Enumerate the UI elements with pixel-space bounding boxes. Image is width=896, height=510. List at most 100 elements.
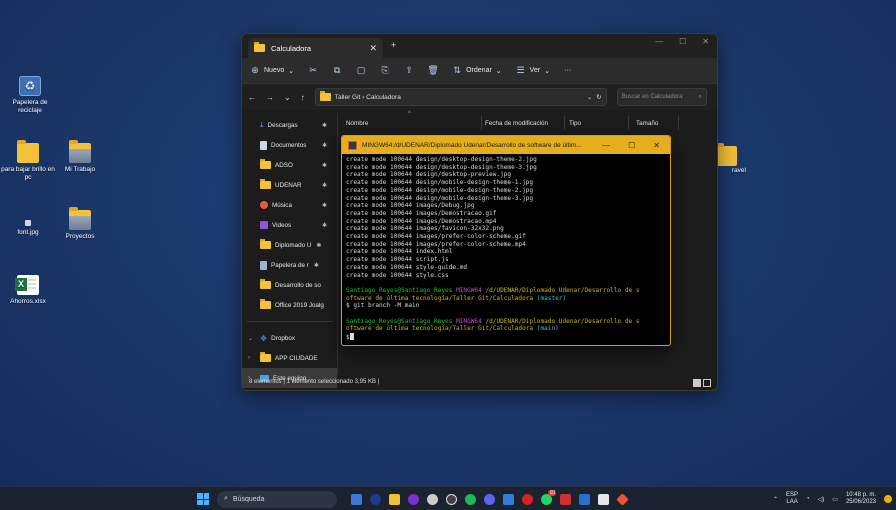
- chevron-down-icon: ⌄: [495, 67, 502, 75]
- terminal-line: create mode 100644 index.html: [346, 248, 453, 256]
- copy-icon[interactable]: ⧉: [332, 65, 342, 76]
- prompt-user: Santiago_Reyes@Santiago_Reyes: [346, 286, 453, 294]
- maximize-button[interactable]: ☐: [679, 37, 686, 46]
- column-separator[interactable]: [564, 116, 565, 130]
- nav-item-app-ciudadela[interactable]: › APP CIUDADE: [242, 348, 337, 368]
- github-icon[interactable]: [446, 493, 457, 505]
- pin-icon: ✱: [313, 262, 319, 269]
- folder-icon: [319, 91, 331, 101]
- clock[interactable]: 10:48 p. m. 25/06/2023: [846, 492, 876, 506]
- vscode-icon[interactable]: [503, 493, 514, 505]
- column-header-size[interactable]: Tamaño: [636, 120, 658, 127]
- desktop-icon-label: Ahorros.xlsx: [10, 298, 46, 305]
- chevron-right-icon[interactable]: ›: [248, 355, 250, 361]
- app-icon[interactable]: [408, 493, 419, 505]
- share-icon[interactable]: ⇪: [404, 65, 414, 76]
- terminal-line: create mode 100644 design/mobile-design-…: [346, 179, 534, 187]
- taskbar: ⌕ Búsqueda 10 ⌃ ESP LAA ◔ ◁) ▭ 10:48 p. …: [0, 486, 896, 510]
- desktop-icon-font-jpg[interactable]: font.jpg: [0, 212, 56, 237]
- discord-icon[interactable]: [484, 493, 495, 505]
- windows-start-icon[interactable]: [197, 493, 209, 505]
- wifi-icon[interactable]: ◔: [806, 496, 810, 502]
- paste-icon[interactable]: ▢: [356, 65, 366, 76]
- file-explorer-icon[interactable]: [389, 493, 400, 505]
- column-header-name[interactable]: Nombre: [346, 120, 368, 127]
- up-arrow-icon[interactable]: ↑: [301, 93, 305, 102]
- chevron-down-icon[interactable]: ⌄: [248, 335, 253, 342]
- settings-gear-icon[interactable]: [427, 493, 438, 505]
- nav-item-descargas[interactable]: ⤓ Descargas ✱: [242, 115, 337, 135]
- nav-item-desarrollo[interactable]: Desarrollo de so: [242, 275, 337, 295]
- delete-icon[interactable]: 🗑: [427, 65, 438, 76]
- details-view-icon[interactable]: [693, 379, 701, 387]
- photoshop-icon[interactable]: [370, 493, 381, 505]
- desktop-icon-mi-trabajo[interactable]: Mi Trabajo: [52, 140, 108, 174]
- task-view-icon[interactable]: [351, 493, 362, 505]
- nav-item-documentos[interactable]: Documentos ✱: [242, 135, 337, 155]
- prompt-branch: (main): [536, 325, 559, 333]
- new-tab-icon[interactable]: +: [391, 40, 396, 50]
- column-separator[interactable]: [481, 116, 482, 130]
- desktop-icon-ahorros[interactable]: Ahorros.xlsx: [0, 275, 56, 306]
- explorer-tab[interactable]: Calculadora ✕: [248, 38, 383, 58]
- whatsapp-icon[interactable]: 10: [541, 489, 556, 505]
- nav-item-label: Office 2019 Joalg: [275, 301, 324, 309]
- document-icon[interactable]: [598, 493, 609, 505]
- search-icon: ⌕: [698, 93, 702, 100]
- column-separator[interactable]: [628, 116, 629, 130]
- terminal-title-bar[interactable]: MINGW64:/d/UDENAR/Diplomado Udenar/Desar…: [342, 136, 670, 154]
- view-button[interactable]: ☰ Ver ⌄: [516, 65, 550, 76]
- folder-icon: [260, 239, 271, 249]
- taskbar-search[interactable]: ⌕ Búsqueda: [217, 490, 337, 508]
- nav-item-musica[interactable]: Música ✱: [242, 195, 337, 215]
- column-header-modified[interactable]: Fecha de modificación: [485, 120, 548, 127]
- store-icon[interactable]: [579, 493, 590, 505]
- more-options-button[interactable]: ···: [564, 67, 571, 74]
- search-input[interactable]: Buscar en Calculadora ⌕: [616, 88, 707, 106]
- language-indicator[interactable]: ESP LAA: [786, 492, 798, 506]
- rename-icon[interactable]: ⎘: [380, 65, 390, 76]
- close-tab-icon[interactable]: ✕: [369, 43, 377, 54]
- desktop-icon-recycle-bin[interactable]: Papelera de reciclaje: [2, 76, 58, 115]
- download-icon: ⤓: [260, 120, 264, 129]
- chevron-down-icon[interactable]: ⌄: [284, 93, 291, 102]
- git-icon[interactable]: [616, 492, 629, 506]
- forward-arrow-icon[interactable]: →: [266, 93, 274, 102]
- new-button[interactable]: ⊕ Nuevo ⌄: [250, 65, 294, 76]
- maximize-button[interactable]: ☐: [628, 141, 635, 150]
- battery-icon[interactable]: ▭: [832, 496, 838, 503]
- nav-item-udenar[interactable]: UDENAR ✱: [242, 175, 337, 195]
- minimize-button[interactable]: —: [655, 37, 663, 46]
- folder-icon: [260, 299, 271, 309]
- opera-icon[interactable]: [522, 493, 533, 505]
- close-button[interactable]: ✕: [702, 37, 709, 46]
- terminal-line: create mode 100644 images/prefer-color-s…: [346, 240, 526, 248]
- nav-item-diplomado[interactable]: Diplomado U ✱: [242, 235, 337, 255]
- terminal-line: create mode 100644 images/Debug.jpg: [346, 202, 475, 210]
- spotify-icon[interactable]: [465, 493, 476, 505]
- column-header-type[interactable]: Tipo: [569, 120, 581, 127]
- close-button[interactable]: ✕: [653, 141, 660, 150]
- chevron-up-icon[interactable]: ⌃: [773, 496, 778, 503]
- terminal-output[interactable]: create mode 100644 design/desktop-design…: [342, 154, 670, 344]
- music-icon: [260, 201, 268, 209]
- pdf-reader-icon[interactable]: [560, 493, 571, 505]
- cut-icon[interactable]: ✂: [308, 65, 318, 76]
- nav-item-papelera[interactable]: Papelera de r ✱: [242, 255, 337, 275]
- nav-item-videos[interactable]: Videos ✱: [242, 215, 337, 235]
- desktop-icon-proyectos[interactable]: Proyectos: [52, 207, 108, 241]
- refresh-icon[interactable]: ↻: [596, 93, 601, 101]
- desktop-icon-folder-brillo[interactable]: para bajar brillo en pc: [0, 140, 56, 182]
- nav-item-adso[interactable]: ADSO ✱: [242, 155, 337, 175]
- sort-button[interactable]: ⇅ Ordenar ⌄: [452, 65, 502, 76]
- back-arrow-icon[interactable]: ←: [248, 93, 256, 102]
- volume-icon[interactable]: ◁): [818, 496, 825, 503]
- notification-icon[interactable]: [884, 495, 892, 503]
- nav-item-office[interactable]: Office 2019 Joalg: [242, 295, 337, 315]
- minimize-button[interactable]: —: [602, 141, 610, 150]
- tiles-view-icon[interactable]: [703, 379, 711, 387]
- nav-item-dropbox[interactable]: ⌄ ❖ Dropbox: [242, 328, 337, 348]
- column-separator[interactable]: [678, 116, 679, 130]
- address-bar[interactable]: Taller Git › Calculadora ⌄ ↻: [314, 88, 607, 106]
- chevron-down-icon[interactable]: ⌄: [587, 93, 592, 101]
